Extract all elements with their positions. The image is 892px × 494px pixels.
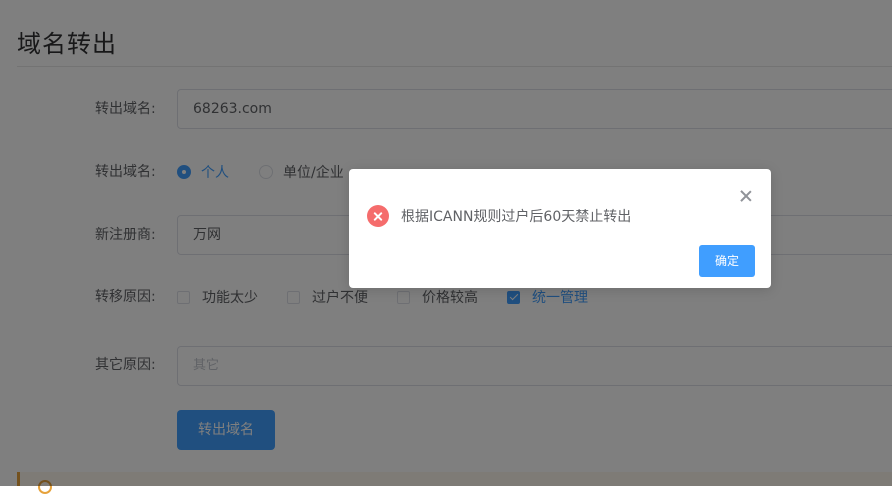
- close-icon[interactable]: [738, 188, 754, 204]
- dialog-message: 根据ICANN规则过户后60天禁止转出: [401, 209, 632, 225]
- error-dialog: 根据ICANN规则过户后60天禁止转出 确定: [349, 169, 771, 288]
- confirm-button[interactable]: 确定: [699, 245, 755, 277]
- error-icon: [367, 205, 389, 227]
